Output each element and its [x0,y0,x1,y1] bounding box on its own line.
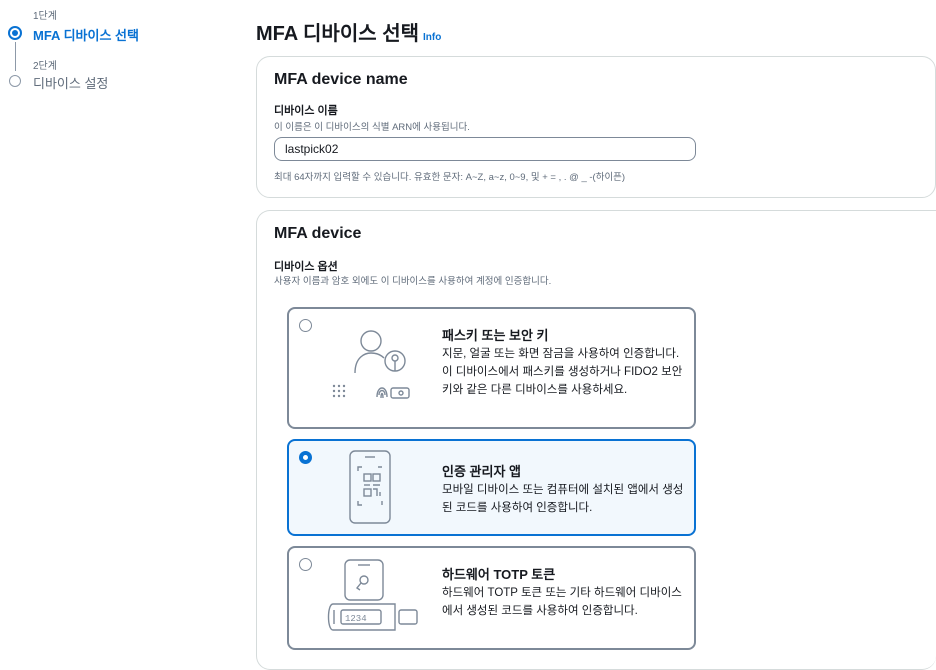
device-name-constraint: 최대 64자까지 입력할 수 있습니다. 유효한 문자: A~Z, a~z, 0… [274,172,626,183]
step-connector [15,42,16,71]
option-authenticator-app[interactable]: 인증 관리자 앱 모바일 디바이스 또는 컴퓨터에 설치된 앱에서 생성된 코드… [287,439,696,536]
step-2-indicator-icon [9,75,21,87]
passkey-icon [332,330,410,399]
info-link[interactable]: Info [423,32,441,43]
passkey-description: 지문, 얼굴 또는 화면 잠금을 사용하여 인증합니다. 이 디바이스에서 패스… [442,348,683,396]
mfa-device-heading: MFA device [274,225,362,242]
hardware-totp-description: 하드웨어 TOTP 토큰 또는 기타 하드웨어 디바이스에서 생성된 코드를 사… [442,587,682,617]
option-hardware-totp[interactable]: 1234 하드웨어 TOTP 토큰 하드웨어 TOTP 토큰 또는 기타 하드웨… [287,546,696,650]
step-1-title[interactable]: MFA 디바이스 선택 [33,25,139,44]
wizard-stepper: 1단계 MFA 디바이스 선택 2단계 디바이스 설정 [0,0,200,100]
passkey-radio[interactable] [299,319,312,332]
device-name-container: MFA device name 디바이스 이름 이 이름은 이 디바이스의 식별… [256,56,936,198]
option-passkey[interactable]: 패스키 또는 보안 키 지문, 얼굴 또는 화면 잠금을 사용하여 인증합니다.… [287,307,696,429]
step-1-number: 1단계 [33,11,57,22]
hardware-totp-radio[interactable] [299,558,312,571]
device-name-input[interactable] [274,137,696,161]
page-title: MFA 디바이스 선택 Info [256,17,441,46]
device-options-description: 사용자 이름과 암호 외에도 이 디바이스를 사용하여 계정에 인증합니다. [274,276,552,287]
authenticator-app-icon [349,450,391,524]
step-2-number: 2단계 [33,61,57,72]
device-options-label: 디바이스 옵션 [274,261,338,273]
device-name-heading: MFA device name [274,71,408,88]
hardware-token-icon: 1234 [327,559,418,631]
step-2-title: 디바이스 설정 [33,76,109,91]
page-title-text: MFA 디바이스 선택 [256,23,419,45]
passkey-title: 패스키 또는 보안 키 [442,328,549,343]
hardware-totp-title: 하드웨어 TOTP 토큰 [442,567,556,582]
authenticator-app-title: 인증 관리자 앱 [442,464,521,479]
device-name-label: 디바이스 이름 [274,105,338,117]
step-1-indicator-icon [8,26,22,40]
authenticator-app-description: 모바일 디바이스 또는 컴퓨터에 설치된 앱에서 생성된 코드를 사용하여 인증… [442,484,684,514]
device-name-description: 이 이름은 이 디바이스의 식별 ARN에 사용됩니다. [274,122,470,133]
token-display-digits: 1234 [345,614,367,624]
authenticator-app-radio[interactable] [299,451,312,464]
